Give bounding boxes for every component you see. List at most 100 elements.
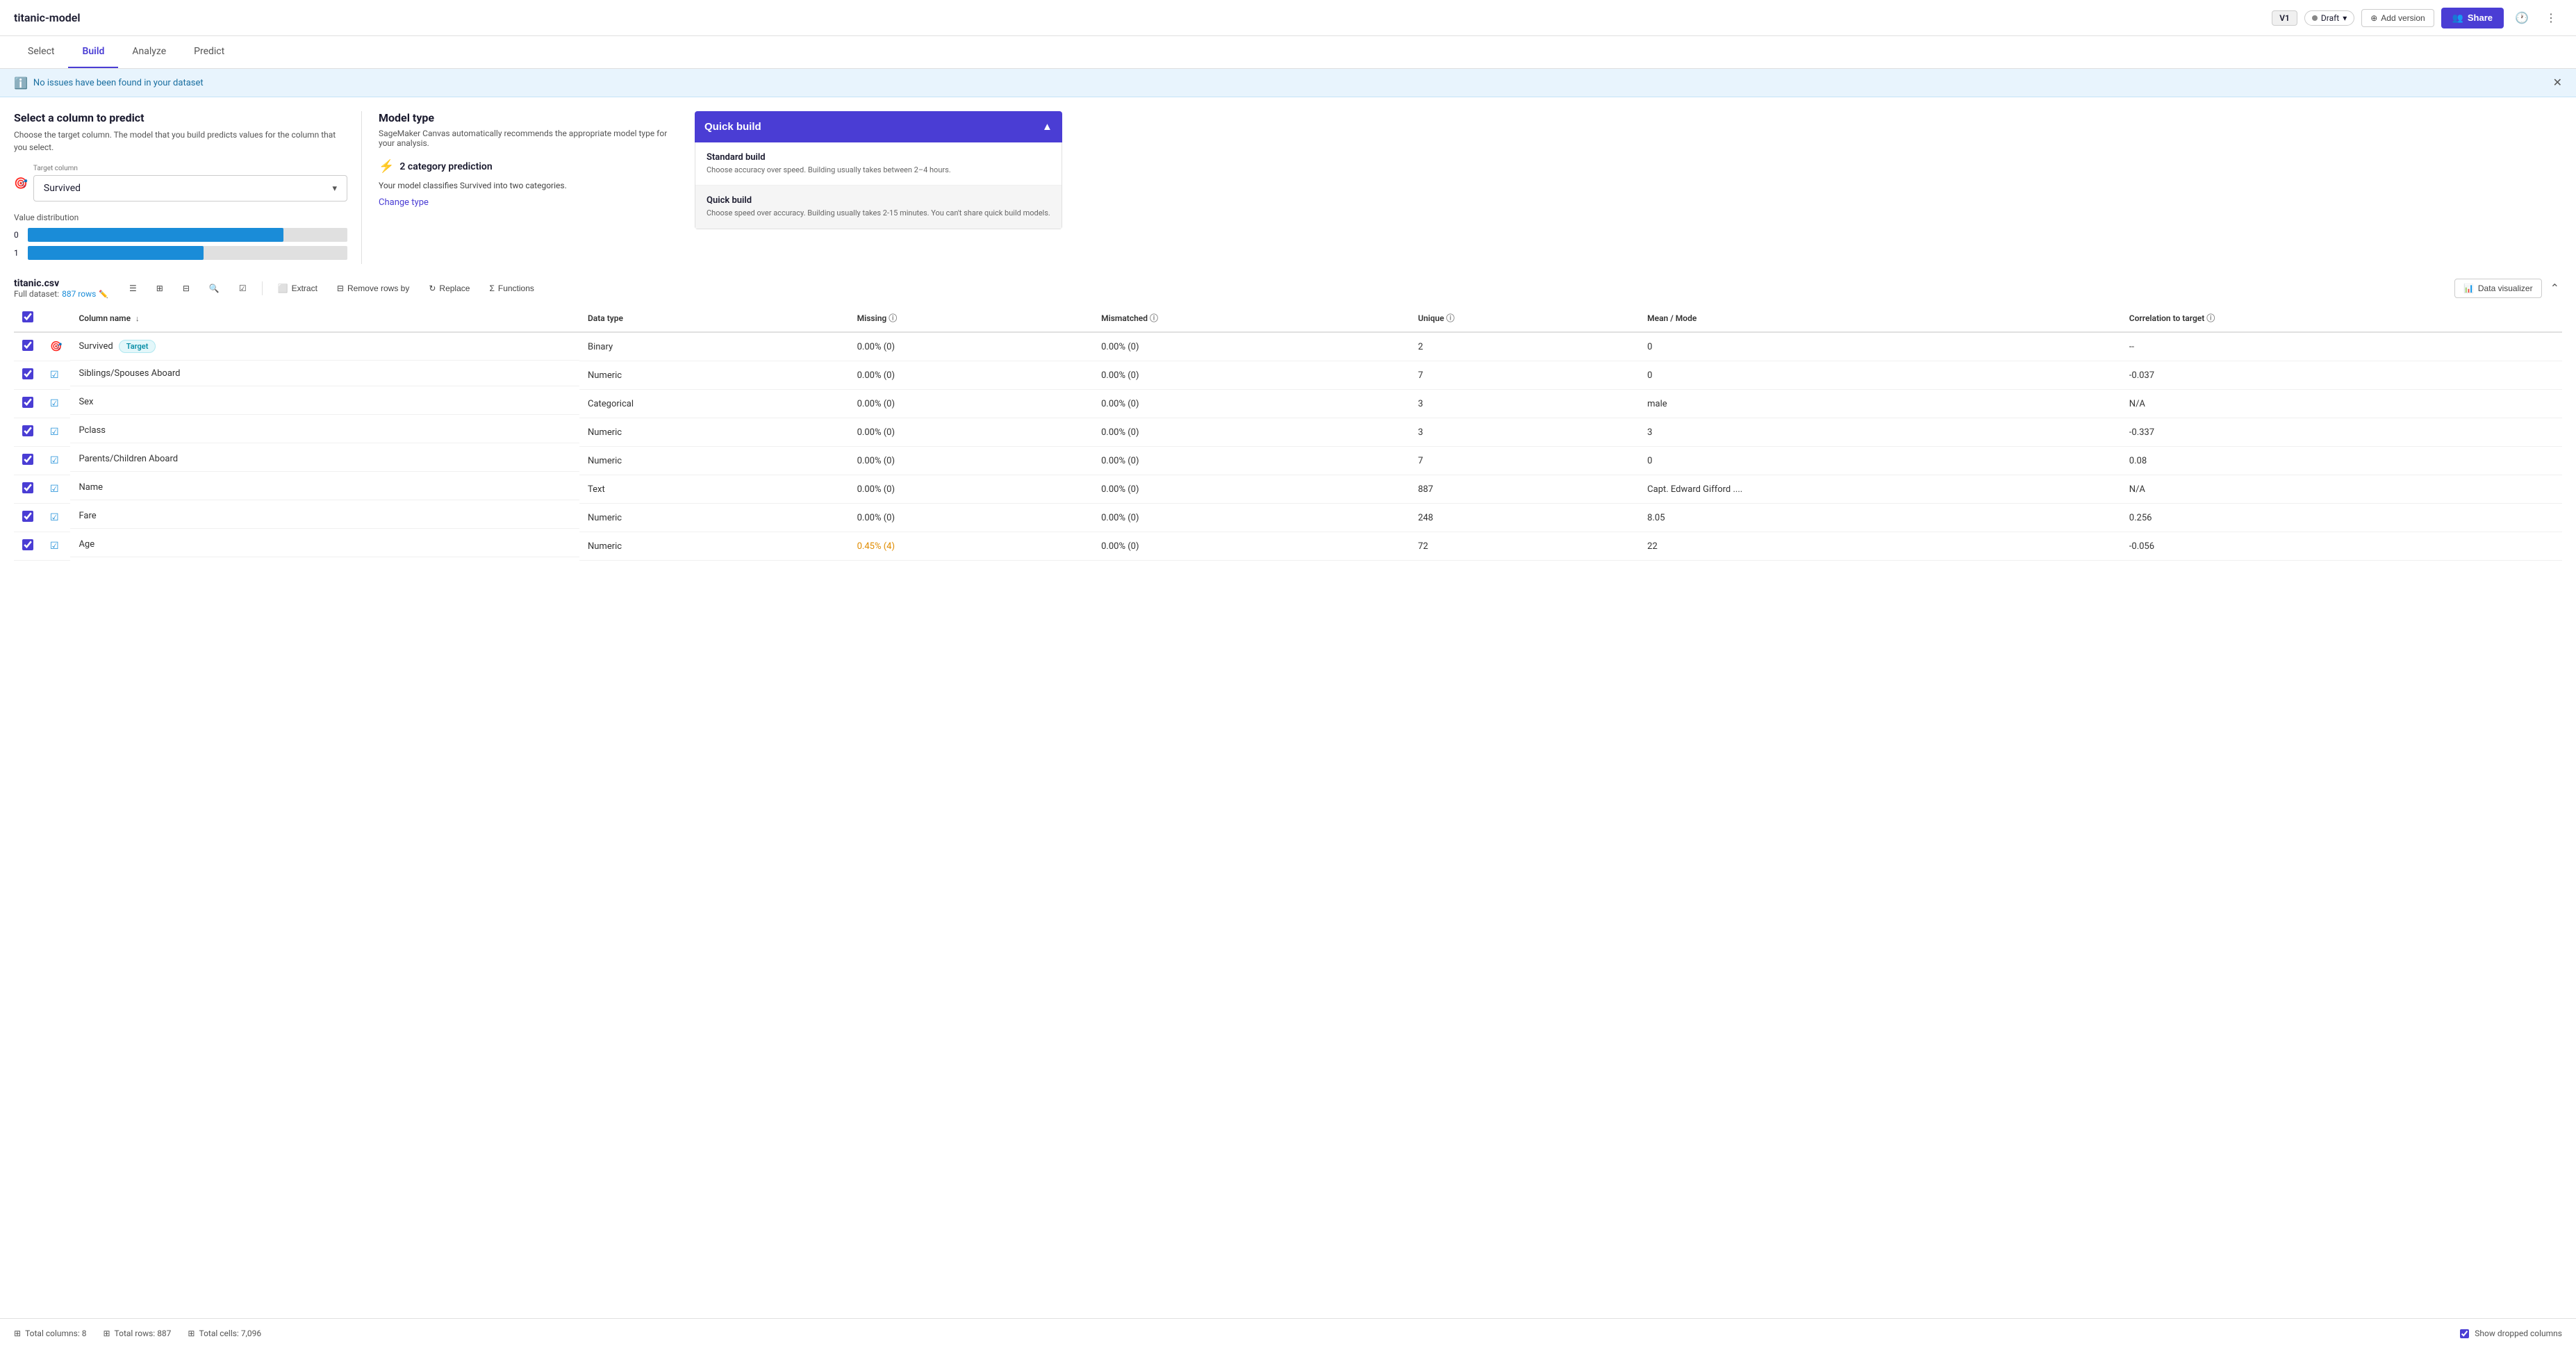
chevron-up-icon: ⌃ (2550, 283, 2559, 295)
total-columns-label: Total columns: 8 (25, 1329, 86, 1338)
th-data-type[interactable]: Data type (579, 304, 849, 332)
add-version-button[interactable]: ⊕ Add version (2361, 9, 2434, 27)
footer: ⊞ Total columns: 8 ⊞ Total rows: 887 ⊞ T… (0, 1318, 2576, 1348)
th-unique[interactable]: Unique ⓘ (1410, 304, 1639, 332)
row-6-mean-mode: 8.05 (1639, 504, 2121, 532)
table-row: ☑AgeNumeric0.45% (4)0.00% (0)7222-0.056 (14, 532, 2562, 561)
target-column-select[interactable]: Survived ▾ (33, 175, 347, 202)
row-2-mean-mode: male (1639, 390, 2121, 418)
row-2-icon-cell: ☑ (42, 390, 70, 418)
replace-label: Replace (439, 283, 470, 293)
row-1-mean-mode: 0 (1639, 361, 2121, 390)
tab-predict[interactable]: Predict (180, 36, 238, 68)
model-type-title: Model type (379, 111, 681, 124)
unique-label: Unique (1418, 313, 1444, 323)
row-7-data-type: Numeric (579, 532, 849, 561)
dataset-filename: titanic.csv (14, 278, 108, 289)
row-6-data-type: Numeric (579, 504, 849, 532)
th-column-name[interactable]: Column name ↓ (70, 304, 579, 332)
row-5-checkbox[interactable] (22, 482, 33, 493)
tab-analyze[interactable]: Analyze (118, 36, 180, 68)
data-type-label: Data type (588, 313, 623, 323)
search-button[interactable]: 🔍 (202, 280, 226, 297)
select-column-title: Select a column to predict (14, 111, 347, 124)
data-visualizer-button[interactable]: 📊 Data visualizer (2454, 279, 2542, 298)
edit-icon[interactable]: ✏️ (99, 290, 108, 299)
target-row-icon: 🎯 (50, 341, 62, 352)
row-1-unique: 7 (1410, 361, 1639, 390)
row-4-icon-cell: ☑ (42, 447, 70, 475)
quick-build-option[interactable]: Quick build Choose speed over accuracy. … (695, 186, 1062, 228)
version-badge[interactable]: V1 (2272, 10, 2297, 26)
draft-pill[interactable]: Draft ▾ (2304, 10, 2354, 26)
row-0-icon-cell: 🎯 (42, 332, 70, 361)
row-0-mismatched: 0.00% (0) (1093, 332, 1410, 361)
filter-button[interactable]: ⊟ (176, 280, 197, 297)
select-column-description: Choose the target column. The model that… (14, 129, 347, 154)
missing-info-icon[interactable]: ⓘ (889, 313, 897, 323)
replace-button[interactable]: ↻ Replace (422, 280, 477, 297)
row-7-checkbox[interactable] (22, 539, 33, 550)
app-title: titanic-model (14, 11, 81, 24)
row-2-name-cell: Sex (70, 390, 579, 415)
remove-rows-button[interactable]: ⊟ Remove rows by (330, 280, 416, 297)
select-all-checkbox[interactable] (22, 311, 33, 322)
quick-build-option-title: Quick build (707, 195, 1050, 206)
row-4-column-name: Parents/Children Aboard (79, 454, 178, 464)
row-7-checkbox-cell (14, 532, 42, 561)
row-7-name-cell: Age (70, 532, 579, 557)
extract-button[interactable]: ⬜ Extract (271, 280, 324, 297)
row-5-mismatched: 0.00% (0) (1093, 475, 1410, 504)
row-4-unique: 7 (1410, 447, 1639, 475)
add-version-label: Add version (2381, 13, 2425, 23)
sort-icon: ↓ (135, 314, 140, 323)
checklist-icon: ☑ (239, 283, 247, 293)
bar-0: 0 (14, 228, 347, 242)
correlation-info-icon[interactable]: ⓘ (2206, 313, 2215, 323)
th-mismatched[interactable]: Mismatched ⓘ (1093, 304, 1410, 332)
info-icon: ℹ️ (14, 76, 28, 90)
th-mean-mode[interactable]: Mean / Mode (1639, 304, 2121, 332)
th-correlation[interactable]: Correlation to target ⓘ (2121, 304, 2562, 332)
row-3-unique: 3 (1410, 418, 1639, 447)
collapse-button[interactable]: ⌃ (2548, 279, 2562, 298)
row-0-target-badge: Target (119, 340, 156, 353)
row-2-mismatched: 0.00% (0) (1093, 390, 1410, 418)
show-dropped-toggle[interactable]: Show dropped columns (2460, 1329, 2562, 1338)
table-row: ☑NameText0.00% (0)0.00% (0)887Capt. Edwa… (14, 475, 2562, 504)
standard-build-title: Standard build (707, 152, 1050, 163)
data-table: Column name ↓ Data type Missing ⓘ Mismat… (14, 304, 2562, 561)
mismatched-info-icon[interactable]: ⓘ (1150, 313, 1158, 323)
row-3-checkbox[interactable] (22, 425, 33, 436)
row-1-correlation: -0.037 (2121, 361, 2562, 390)
quick-build-button[interactable]: Quick build ▲ (695, 111, 1062, 142)
share-button[interactable]: 👥 Share (2441, 8, 2504, 28)
standard-build-option[interactable]: Standard build Choose accuracy over spee… (695, 142, 1062, 186)
unique-info-icon[interactable]: ⓘ (1446, 313, 1455, 323)
tab-build[interactable]: Build (68, 36, 118, 68)
list-check-button[interactable]: ☑ (232, 280, 254, 297)
model-type-panel: Model type SageMaker Canvas automaticall… (361, 111, 681, 264)
row-3-name-cell: Pclass (70, 418, 579, 443)
row-6-checkbox[interactable] (22, 511, 33, 522)
dataset-info: titanic.csv Full dataset: 887 rows ✏️ (14, 278, 108, 299)
row-2-checkbox[interactable] (22, 397, 33, 408)
row-7-icon-cell: ☑ (42, 532, 70, 561)
th-missing[interactable]: Missing ⓘ (849, 304, 1093, 332)
functions-button[interactable]: Σ Functions (482, 280, 540, 297)
list-view-button[interactable]: ☰ (122, 280, 144, 297)
tab-select[interactable]: Select (14, 36, 68, 68)
grid-view-button[interactable]: ⊞ (149, 280, 170, 297)
change-type-link[interactable]: Change type (379, 197, 429, 208)
row-1-icon-cell: ☑ (42, 361, 70, 390)
close-icon: ✕ (2553, 77, 2562, 89)
show-dropped-checkbox[interactable] (2460, 1329, 2469, 1338)
more-options-button[interactable]: ⋮ (2540, 7, 2562, 29)
row-0-checkbox[interactable] (22, 340, 33, 351)
banner-close-button[interactable]: ✕ (2553, 76, 2562, 90)
row-1-column-name: Siblings/Spouses Aboard (79, 368, 180, 379)
history-button[interactable]: 🕐 (2511, 7, 2533, 29)
row-1-checkbox[interactable] (22, 368, 33, 379)
row-4-checkbox[interactable] (22, 454, 33, 465)
bar-track-0 (28, 228, 347, 242)
